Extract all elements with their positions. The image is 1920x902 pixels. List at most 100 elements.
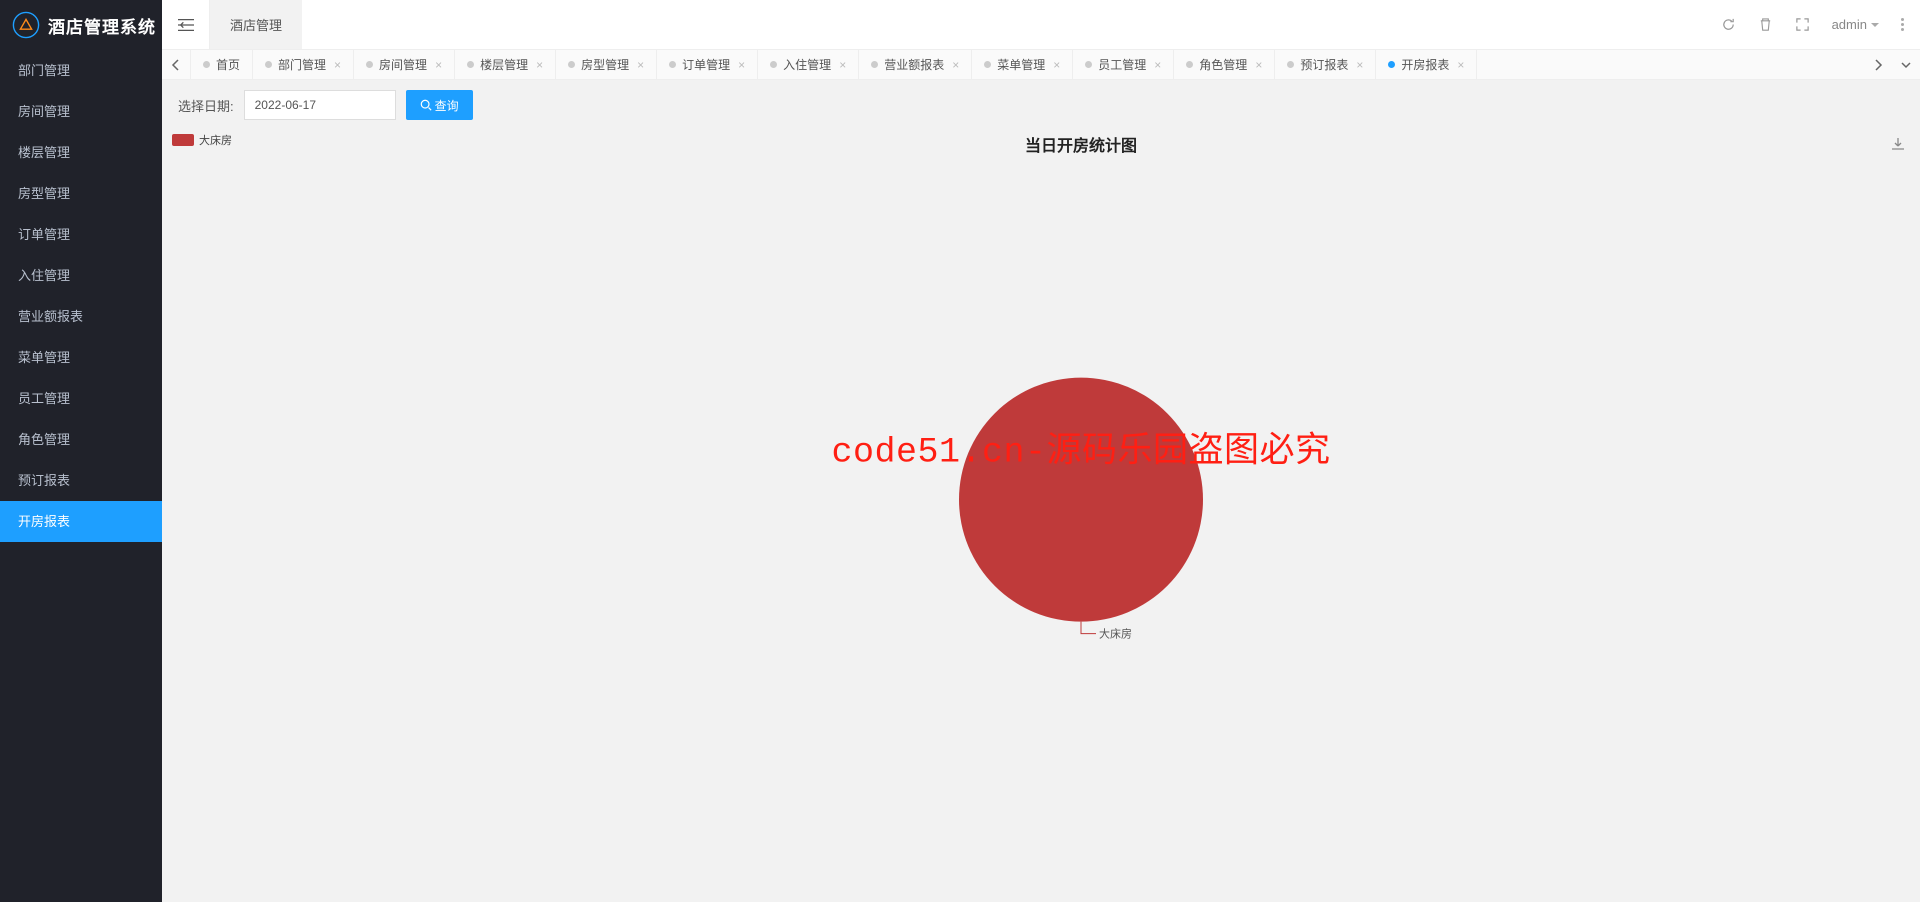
fullscreen-icon bbox=[1795, 17, 1810, 32]
tab-label: 预订报表 bbox=[1300, 56, 1348, 73]
chart-container: 大床房 当日开房统计图 大床房 code51.c bbox=[162, 130, 1920, 902]
filter-bar: 选择日期: 查询 bbox=[162, 80, 1920, 130]
tab-label: 员工管理 bbox=[1098, 56, 1146, 73]
tab-scroll-left[interactable] bbox=[162, 50, 190, 79]
close-icon[interactable]: × bbox=[536, 58, 543, 72]
sidebar-item-role[interactable]: 角色管理 bbox=[0, 419, 162, 460]
close-icon[interactable]: × bbox=[1053, 58, 1060, 72]
sidebar-item-floor[interactable]: 楼层管理 bbox=[0, 132, 162, 173]
tab-room[interactable]: 房间管理 × bbox=[354, 50, 455, 79]
pie-slice-label: 大床房 bbox=[1099, 627, 1132, 641]
tab-department[interactable]: 部门管理 × bbox=[253, 50, 354, 79]
sidebar-item-revenue[interactable]: 营业额报表 bbox=[0, 296, 162, 337]
fullscreen-button[interactable] bbox=[1795, 17, 1810, 32]
tab-label: 角色管理 bbox=[1199, 56, 1247, 73]
tab-label: 楼层管理 bbox=[480, 56, 528, 73]
chevron-left-icon bbox=[170, 59, 182, 71]
legend-item[interactable]: 大床房 bbox=[172, 132, 242, 148]
tab-label: 房型管理 bbox=[581, 56, 629, 73]
tab-booking-report[interactable]: 预订报表 × bbox=[1275, 50, 1376, 79]
query-button-label: 查询 bbox=[435, 97, 459, 114]
menu-fold-icon bbox=[178, 18, 194, 32]
tab-staff[interactable]: 员工管理 × bbox=[1073, 50, 1174, 79]
tab-dot-icon bbox=[1186, 61, 1193, 68]
sidebar-item-department[interactable]: 部门管理 bbox=[0, 50, 162, 91]
sidebar-item-roomtype[interactable]: 房型管理 bbox=[0, 173, 162, 214]
close-icon[interactable]: × bbox=[738, 58, 745, 72]
tab-checkin[interactable]: 入住管理 × bbox=[758, 50, 859, 79]
tab-role[interactable]: 角色管理 × bbox=[1174, 50, 1275, 79]
pie-slice[interactable] bbox=[959, 378, 1203, 622]
toggle-sidebar-button[interactable] bbox=[162, 0, 210, 49]
delete-button[interactable] bbox=[1758, 17, 1773, 32]
close-icon[interactable]: × bbox=[1457, 58, 1464, 72]
tab-label: 开房报表 bbox=[1401, 56, 1449, 73]
date-input[interactable] bbox=[244, 90, 396, 120]
close-icon[interactable]: × bbox=[839, 58, 846, 72]
tab-dot-icon bbox=[1388, 61, 1395, 68]
date-filter-label: 选择日期: bbox=[178, 96, 234, 115]
tab-label: 订单管理 bbox=[682, 56, 730, 73]
tab-scroll-right[interactable] bbox=[1864, 50, 1892, 79]
tab-dot-icon bbox=[1085, 61, 1092, 68]
close-icon[interactable]: × bbox=[1255, 58, 1262, 72]
sidebar: 酒店管理系统 部门管理 房间管理 楼层管理 房型管理 订单管理 入住管理 营业额… bbox=[0, 0, 162, 902]
tab-floor[interactable]: 楼层管理 × bbox=[455, 50, 556, 79]
tab-dot-icon bbox=[1287, 61, 1294, 68]
tab-dot-icon bbox=[366, 61, 373, 68]
chevron-right-icon bbox=[1872, 59, 1884, 71]
content-area: 选择日期: 查询 大床房 当日开房统计图 bbox=[162, 80, 1920, 902]
more-menu-button[interactable] bbox=[1901, 18, 1904, 31]
tab-menu[interactable]: 菜单管理 × bbox=[972, 50, 1073, 79]
tab-label: 房间管理 bbox=[379, 56, 427, 73]
tab-dot-icon bbox=[669, 61, 676, 68]
sidebar-item-open-report[interactable]: 开房报表 bbox=[0, 501, 162, 542]
tab-dot-icon bbox=[871, 61, 878, 68]
pie-label-line bbox=[1081, 622, 1096, 634]
sidebar-item-room[interactable]: 房间管理 bbox=[0, 91, 162, 132]
legend-swatch-icon bbox=[172, 134, 194, 146]
close-icon[interactable]: × bbox=[435, 58, 442, 72]
trash-icon bbox=[1758, 17, 1773, 32]
tab-dot-icon bbox=[770, 61, 777, 68]
user-name-label: admin bbox=[1832, 17, 1867, 32]
tab-label: 菜单管理 bbox=[997, 56, 1045, 73]
tab-label: 营业额报表 bbox=[884, 56, 944, 73]
side-menu: 部门管理 房间管理 楼层管理 房型管理 订单管理 入住管理 营业额报表 菜单管理… bbox=[0, 50, 162, 902]
tab-open-report[interactable]: 开房报表 × bbox=[1376, 50, 1477, 79]
logo-row: 酒店管理系统 bbox=[0, 0, 162, 50]
close-icon[interactable]: × bbox=[334, 58, 341, 72]
tab-strip: 首页 部门管理 × 房间管理 × 楼层管理 × 房型管理 × 订单管理 × 入住管理 × 营… bbox=[162, 50, 1920, 80]
close-icon[interactable]: × bbox=[1154, 58, 1161, 72]
tab-revenue[interactable]: 营业额报表 × bbox=[859, 50, 972, 79]
tab-dot-icon bbox=[265, 61, 272, 68]
user-menu[interactable]: admin bbox=[1832, 17, 1879, 32]
close-icon[interactable]: × bbox=[952, 58, 959, 72]
tab-order[interactable]: 订单管理 × bbox=[657, 50, 758, 79]
tab-home[interactable]: 首页 bbox=[190, 50, 253, 79]
tab-dot-icon bbox=[984, 61, 991, 68]
download-chart-button[interactable] bbox=[1890, 136, 1906, 155]
tab-roomtype[interactable]: 房型管理 × bbox=[556, 50, 657, 79]
sidebar-item-booking-report[interactable]: 预订报表 bbox=[0, 460, 162, 501]
chart-title: 当日开房统计图 bbox=[242, 132, 1920, 156]
refresh-button[interactable] bbox=[1721, 17, 1736, 32]
pie-chart: 大床房 bbox=[921, 350, 1241, 670]
close-icon[interactable]: × bbox=[1356, 58, 1363, 72]
sidebar-item-menu[interactable]: 菜单管理 bbox=[0, 337, 162, 378]
sidebar-item-order[interactable]: 订单管理 bbox=[0, 214, 162, 255]
tab-label: 部门管理 bbox=[278, 56, 326, 73]
header-breadcrumb-tab[interactable]: 酒店管理 bbox=[210, 0, 302, 49]
tab-dot-icon bbox=[568, 61, 575, 68]
search-icon bbox=[420, 99, 432, 111]
close-icon[interactable]: × bbox=[637, 58, 644, 72]
tab-dropdown-button[interactable] bbox=[1892, 50, 1920, 79]
chart-legend: 大床房 bbox=[162, 130, 242, 902]
legend-label: 大床房 bbox=[199, 132, 232, 148]
sidebar-item-staff[interactable]: 员工管理 bbox=[0, 378, 162, 419]
query-button[interactable]: 查询 bbox=[406, 90, 473, 120]
tab-dot-icon bbox=[467, 61, 474, 68]
tab-label: 入住管理 bbox=[783, 56, 831, 73]
sidebar-item-checkin[interactable]: 入住管理 bbox=[0, 255, 162, 296]
top-header: 酒店管理 admin bbox=[162, 0, 1920, 50]
